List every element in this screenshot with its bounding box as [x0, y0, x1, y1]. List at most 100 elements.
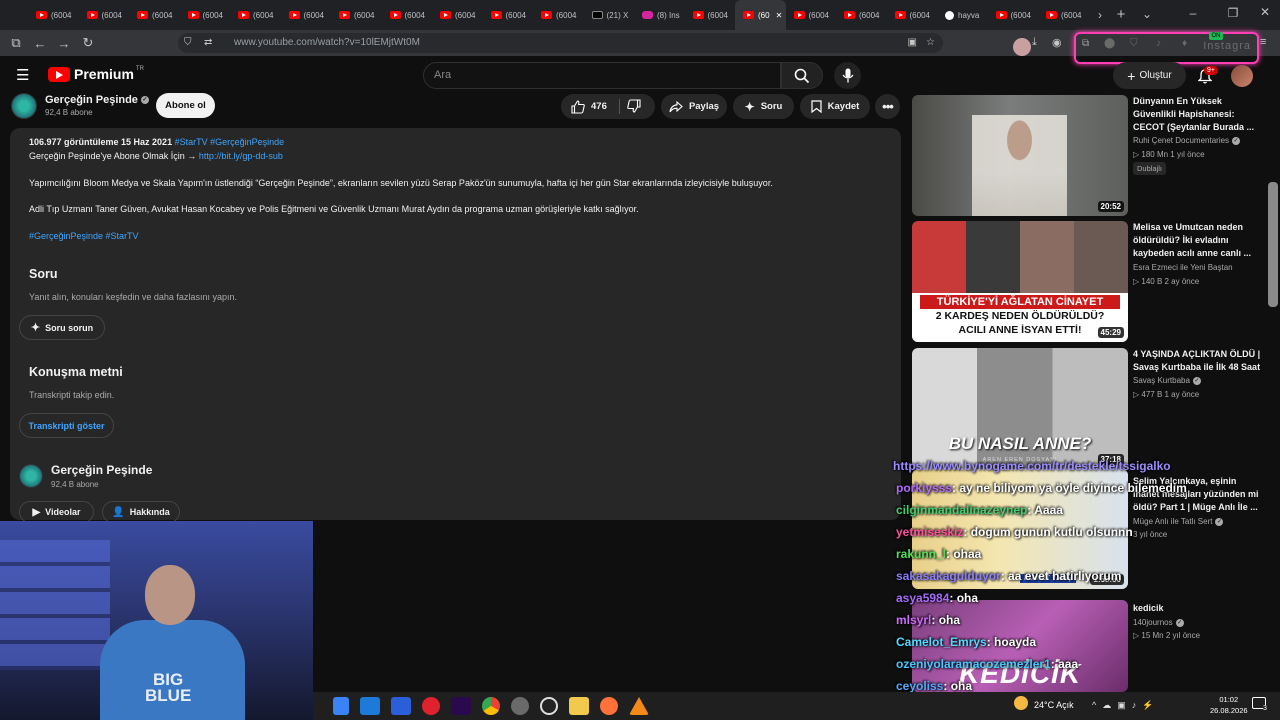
new-tab-button[interactable]: +: [1108, 6, 1134, 23]
back-icon[interactable]: ←: [28, 36, 52, 51]
tune-icon[interactable]: ⇄: [204, 33, 212, 53]
video-channel[interactable]: Savaş Kurtbaba ✓: [1133, 376, 1201, 385]
save-button[interactable]: Kaydet: [800, 94, 870, 119]
video-title[interactable]: 4 YAŞINDA AÇLIKTAN ÖLDÜ | Savaş Kurtbaba…: [1133, 348, 1263, 374]
workspaces-icon[interactable]: ⧉: [4, 35, 28, 51]
tab-search-icon[interactable]: ⌄: [1134, 7, 1160, 21]
reload-icon[interactable]: ↻: [76, 35, 100, 51]
browser-tab[interactable]: (6004: [786, 0, 837, 30]
description-panel[interactable]: 106.977 görüntüleme 15 Haz 2021 #StarTV …: [10, 128, 901, 523]
vlc-taskbar-icon[interactable]: [629, 697, 649, 715]
browser-tab[interactable]: (6004: [79, 0, 130, 30]
browser-tab[interactable]: (6004: [836, 0, 887, 30]
thumbnail-text: BU NASIL ANNE?: [948, 434, 1092, 453]
taskbar-clock[interactable]: 01:02 26.08.2026: [1210, 694, 1248, 716]
browser-tab[interactable]: (6004: [887, 0, 938, 30]
profile-avatar-browser[interactable]: [1013, 38, 1031, 56]
page-scrollbar[interactable]: [1268, 182, 1278, 307]
site-info-icon[interactable]: ⛉: [184, 33, 192, 53]
chat-message: yetmiseskiz: dogum gunun kutlu olsunnn: [896, 525, 1133, 539]
like-button[interactable]: 476: [571, 99, 607, 114]
browser-tab[interactable]: (6004: [432, 0, 483, 30]
search-taskbar-icon[interactable]: [333, 697, 349, 715]
video-title[interactable]: kedicik: [1133, 602, 1263, 615]
about-button[interactable]: 👤 Hakkında: [102, 501, 180, 523]
premiere-taskbar-icon[interactable]: [451, 697, 471, 715]
video-channel[interactable]: Ruhi Çenet Documentaries ✓: [1133, 136, 1241, 145]
mail-taskbar-icon[interactable]: [360, 697, 380, 715]
show-transcript-button[interactable]: Transkripti göster: [19, 413, 114, 438]
browser-tab[interactable]: (6004: [180, 0, 231, 30]
bookmark-star-icon[interactable]: ☆: [926, 33, 935, 53]
browser-menu-icon[interactable]: ≡: [1260, 36, 1266, 48]
video-thumbnail-3[interactable]: BU NASIL ANNE? AREN EREN DOSYASI 37:18: [912, 348, 1128, 469]
browser-tab[interactable]: (8) Ins: [634, 0, 685, 30]
share-button[interactable]: Paylaş: [661, 94, 727, 119]
app-taskbar-icon[interactable]: [391, 697, 411, 715]
subscribe-link[interactable]: http://bit.ly/gp-dd-sub: [199, 151, 283, 161]
chat-text: : hoayda: [986, 635, 1037, 649]
opera-taskbar-icon[interactable]: [422, 697, 440, 715]
folder-taskbar-icon[interactable]: [569, 697, 589, 715]
youtube-logo[interactable]: Premium TR: [48, 66, 144, 82]
chat-username: ozeniyolaramacozemezler1: [896, 657, 1051, 671]
tab-title: (6004: [101, 10, 122, 20]
create-button[interactable]: + Oluştur: [1113, 62, 1186, 89]
guide-menu-icon[interactable]: ☰: [16, 66, 29, 84]
video-icon: ▶: [32, 506, 41, 518]
browser-tab[interactable]: (60 ✕: [735, 0, 786, 30]
browser-tab[interactable]: (6004: [988, 0, 1039, 30]
account-icon[interactable]: ◉: [1052, 36, 1062, 49]
video-title[interactable]: Dünyanın En Yüksek Güvenlikli Hapishanes…: [1133, 95, 1263, 134]
search-button[interactable]: [781, 62, 823, 89]
chrome-taskbar-icon[interactable]: [482, 697, 500, 715]
video-thumbnail-2[interactable]: TÜRKİYE'Yİ AĞLATAN CİNAYET 2 KARDEŞ NEDE…: [912, 221, 1128, 342]
browser-tab[interactable]: (6004: [230, 0, 281, 30]
hashtags-bottom[interactable]: #GerçeğinPeşinde #StarTV: [29, 231, 139, 241]
close-tab-icon[interactable]: ✕: [776, 11, 783, 20]
browser-tab[interactable]: (6004: [1038, 0, 1089, 30]
video-title[interactable]: Melisa ve Umutcan neden öldürüldü? İki e…: [1133, 221, 1263, 260]
browser-tab[interactable]: (6004: [483, 0, 534, 30]
sparkle-icon: ✦: [30, 322, 41, 334]
video-channel[interactable]: Esra Ezmeci ile Yeni Baştan: [1133, 263, 1233, 272]
browser-tab[interactable]: (6004: [533, 0, 584, 30]
forward-icon[interactable]: →: [52, 36, 76, 51]
subscribe-button[interactable]: Abone ol: [156, 93, 215, 118]
description-channel-name[interactable]: Gerçeğin Peşinde: [51, 463, 152, 477]
ask-button[interactable]: ✦ Soru: [733, 94, 794, 119]
browser-tab[interactable]: (21) X: [584, 0, 635, 30]
weather-widget[interactable]: 24°C Açık: [1034, 700, 1074, 710]
browser-tab[interactable]: (6004: [28, 0, 79, 30]
minimize-button[interactable]: –: [1180, 6, 1206, 20]
browser-tab[interactable]: (6004: [281, 0, 332, 30]
video-channel[interactable]: 140journos ✓: [1133, 618, 1184, 627]
browser-tab[interactable]: hayva: [937, 0, 988, 30]
obs-taskbar-icon[interactable]: [540, 697, 558, 715]
videos-button[interactable]: ▶ Videolar: [19, 501, 94, 523]
firefox-taskbar-icon[interactable]: [600, 697, 618, 715]
video-channel[interactable]: Müge Anlı ile Tatlı Sert ✓: [1133, 517, 1224, 526]
more-actions-button[interactable]: •••: [875, 94, 900, 119]
restore-button[interactable]: ❐: [1220, 6, 1246, 20]
browser-tab[interactable]: (6004: [685, 0, 736, 30]
video-thumbnail-1[interactable]: 20:52: [912, 95, 1128, 216]
browser-tab[interactable]: (6004: [382, 0, 433, 30]
channel-avatar-small[interactable]: [19, 464, 43, 488]
channel-name[interactable]: Gerçeğin Peşinde ✓: [45, 94, 149, 106]
app2-taskbar-icon[interactable]: [511, 697, 529, 715]
download-icon[interactable]: ⤓: [1032, 36, 1037, 49]
tray-icons[interactable]: ^☁▣♪⚡: [1092, 700, 1159, 711]
close-window-button[interactable]: ✕: [1252, 5, 1278, 19]
voice-search-button[interactable]: [834, 62, 861, 89]
install-icon[interactable]: ▣: [908, 33, 917, 53]
browser-tab[interactable]: (6004: [331, 0, 382, 30]
browser-tab[interactable]: (6004: [129, 0, 180, 30]
url-field[interactable]: ⛉ ⇄ www.youtube.com/watch?v=10lEMjtWt0M …: [178, 33, 943, 53]
hashtags-top[interactable]: #StarTV #GerçeğinPeşinde: [175, 137, 285, 147]
search-input[interactable]: Ara: [423, 62, 781, 89]
user-avatar[interactable]: [1231, 65, 1253, 87]
channel-avatar[interactable]: [11, 93, 37, 119]
dislike-button[interactable]: [627, 99, 641, 118]
ask-question-button[interactable]: ✦ Soru sorun: [19, 315, 105, 340]
